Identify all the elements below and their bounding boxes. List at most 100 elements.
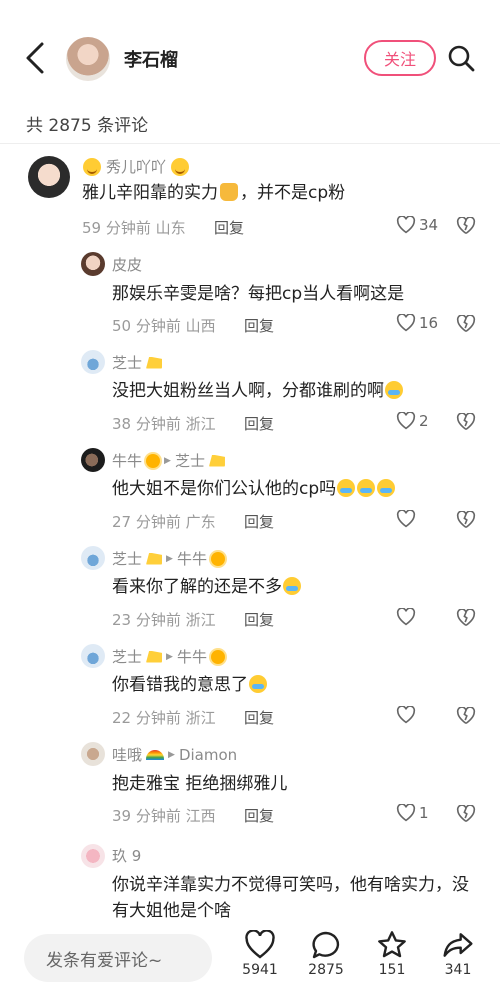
comment-item: 芝士 没把大姐粉丝当人啊，分都谁刷的啊 38 分钟前 浙江 回复 2 — [0, 348, 500, 446]
author-avatar[interactable] — [66, 37, 110, 81]
like-button[interactable]: 34 — [396, 216, 438, 234]
comment-bubble-icon — [312, 931, 340, 959]
heart-icon — [396, 216, 416, 234]
laugh-cry-emoji-icon — [283, 577, 301, 595]
comment-item: 皮皮 那娱乐辛雯是啥？每把cp当人看啊这是 50 分钟前 山西 回复 16 — [0, 250, 500, 348]
laugh-cry-emoji-icon — [337, 479, 356, 497]
comment-item: 牛牛 ▶ 芝士 他大姐不是你们公认他的cp吗 27 分钟前 广东 回复 — [0, 446, 500, 544]
comment-text: 抱走雅宝 拒绝捆绑雅儿 — [112, 774, 288, 794]
avatar[interactable] — [81, 350, 105, 374]
reply-arrow-icon: ▶ — [166, 651, 173, 662]
comment-text: 雅儿辛阳靠的实力 ，并不是cp粉 — [82, 183, 346, 203]
like-button[interactable] — [396, 706, 416, 724]
divider — [0, 143, 500, 144]
sun-icon — [210, 649, 225, 664]
back-icon[interactable] — [22, 40, 48, 76]
cheese-icon — [146, 356, 163, 369]
laugh-cry-emoji-icon — [249, 675, 267, 693]
comment-username[interactable]: 秀儿吖吖 — [82, 156, 190, 177]
comment-item: 芝士 ▶ 牛牛 看来你了解的还是不多 23 分钟前 浙江 回复 — [0, 544, 500, 642]
cheese-icon — [146, 552, 163, 565]
comment-text: 没把大姐粉丝当人啊，分都谁刷的啊 — [112, 378, 404, 404]
comment-username[interactable]: 哇哦 ▶ Diamon — [112, 744, 237, 765]
comment-text: 看来你了解的还是不多 — [112, 574, 302, 600]
avatar[interactable] — [81, 644, 105, 668]
comment-time: 59 分钟前 山东 — [82, 219, 186, 237]
laugh-cry-emoji-icon — [385, 381, 403, 399]
comment-time: 23 分钟前 浙江 — [112, 611, 216, 629]
reply-button[interactable]: 回复 — [244, 413, 274, 434]
comment-time: 27 分钟前 广东 — [112, 513, 216, 531]
share-arrow-icon — [443, 933, 473, 957]
broken-heart-icon[interactable] — [456, 609, 476, 627]
heart-icon — [396, 706, 416, 724]
author-name[interactable]: 李石榴 — [124, 46, 178, 72]
rainbow-icon — [146, 749, 165, 760]
like-button[interactable]: 16 — [396, 314, 438, 332]
comment-count: 共 2875 条评论 — [26, 116, 149, 136]
comment-username[interactable]: 芝士 ▶ 牛牛 — [112, 548, 225, 569]
avatar[interactable] — [81, 742, 105, 766]
cheese-icon — [146, 650, 163, 663]
reply-button[interactable]: 回复 — [214, 217, 244, 238]
comment-text: 你说辛洋靠实力不觉得可笑吗，他有啥实力，没有大姐他是个啥 — [112, 875, 469, 921]
comment-username[interactable]: 芝士 ▶ 牛牛 — [112, 646, 225, 667]
heart-icon — [396, 804, 416, 822]
comment-time: 22 分钟前 浙江 — [112, 709, 216, 727]
broken-heart-icon[interactable] — [456, 413, 476, 431]
like-button[interactable]: 2 — [396, 412, 429, 430]
broken-heart-icon[interactable] — [456, 805, 476, 823]
star-icon — [378, 931, 406, 958]
like-button[interactable] — [396, 510, 416, 528]
smile-emoji-icon — [83, 157, 101, 176]
cheese-icon — [208, 454, 225, 467]
reply-button[interactable]: 回复 — [244, 609, 274, 630]
laugh-cry-emoji-icon — [377, 479, 396, 497]
comment-time: 39 分钟前 江西 — [112, 807, 216, 825]
avatar[interactable] — [81, 252, 105, 276]
broken-heart-icon[interactable] — [456, 217, 476, 235]
comment-username[interactable]: 牛牛 ▶ 芝士 — [112, 450, 225, 471]
search-icon[interactable] — [447, 44, 475, 72]
reply-button[interactable]: 回复 — [244, 707, 274, 728]
sun-icon — [210, 551, 225, 566]
like-action[interactable]: 5941 — [235, 930, 285, 978]
share-action[interactable]: 341 — [433, 930, 483, 978]
comment-username[interactable]: 玖 9 — [112, 845, 141, 866]
follow-button[interactable]: 关注 — [364, 40, 436, 76]
like-button[interactable]: 1 — [396, 804, 429, 822]
comment-item: 芝士 ▶ 牛牛 你看错我的意思了 22 分钟前 浙江 回复 — [0, 642, 500, 740]
broken-heart-icon[interactable] — [456, 315, 476, 333]
broken-heart-icon[interactable] — [456, 707, 476, 725]
smile-emoji-icon — [171, 157, 190, 176]
favorite-action[interactable]: 151 — [367, 930, 417, 978]
bottom-bar: 发条有爱评论~ 5941 2875 151 341 — [0, 920, 500, 1004]
avatar[interactable] — [28, 156, 70, 198]
top-bar: 李石榴 关注 — [0, 0, 500, 100]
comment-text: 他大姐不是你们公认他的cp吗 — [112, 476, 396, 502]
reply-arrow-icon: ▶ — [164, 455, 171, 466]
comment-item: 玖 9 你说辛洋靠实力不觉得可笑吗，他有啥实力，没有大姐他是个啥 — [0, 838, 500, 921]
reply-button[interactable]: 回复 — [244, 511, 274, 532]
comment-input[interactable]: 发条有爱评论~ — [24, 934, 212, 982]
heart-icon — [245, 930, 275, 959]
heart-icon — [396, 510, 416, 528]
heart-icon — [396, 608, 416, 626]
comment-text: 你看错我的意思了 — [112, 672, 268, 698]
comment-username[interactable]: 芝士 — [112, 352, 163, 373]
comment-text: 那娱乐辛雯是啥？每把cp当人看啊这是 — [112, 284, 405, 304]
reply-button[interactable]: 回复 — [244, 315, 274, 336]
avatar[interactable] — [81, 448, 105, 472]
avatar[interactable] — [81, 844, 105, 868]
broken-heart-icon[interactable] — [456, 511, 476, 529]
comment-action[interactable]: 2875 — [301, 930, 351, 978]
like-button[interactable] — [396, 608, 416, 626]
laugh-cry-emoji-icon — [357, 479, 376, 497]
reply-button[interactable]: 回复 — [244, 805, 274, 826]
comment-item: 哇哦 ▶ Diamon 抱走雅宝 拒绝捆绑雅儿 39 分钟前 江西 回复 1 — [0, 740, 500, 838]
comment-username[interactable]: 皮皮 — [112, 254, 142, 275]
avatar[interactable] — [81, 546, 105, 570]
thumbs-up-emoji-icon — [220, 183, 238, 201]
sun-icon — [146, 453, 161, 468]
comment-time: 50 分钟前 山西 — [112, 317, 216, 335]
